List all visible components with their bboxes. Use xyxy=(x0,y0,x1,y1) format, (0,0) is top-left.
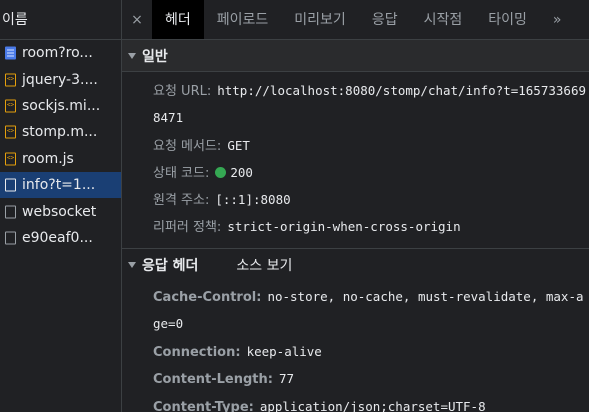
request-detail-panel: × 헤더 페이로드 미리보기 응답 시작점 타이밍 » 일반 요청 URL: ht… xyxy=(122,0,589,412)
view-source-link[interactable]: 소스 보기 xyxy=(236,255,292,275)
request-item-websocket[interactable]: websocket xyxy=(0,198,121,224)
response-headers-rows: Cache-Control: no-store, no-cache, must-r… xyxy=(122,282,589,412)
status-code-value: 200 xyxy=(230,164,253,180)
header-value: application/json;charset=UTF-8 xyxy=(259,398,486,412)
header-key: Content-Type: xyxy=(153,399,254,412)
header-key: Connection: xyxy=(153,344,241,360)
general-section-header[interactable]: 일반 xyxy=(122,40,589,72)
request-item-jquery[interactable]: jquery-3.... xyxy=(0,66,121,92)
request-url-key: 요청 URL: xyxy=(153,84,212,99)
request-url-value: http://localhost:8080/stomp/chat/info?t=… xyxy=(153,83,586,126)
referrer-policy-value: strict-origin-when-cross-origin xyxy=(227,219,461,235)
status-ok-icon xyxy=(215,166,227,178)
response-headers-title: 응답 헤더 xyxy=(142,258,199,275)
triangle-down-icon xyxy=(128,262,136,269)
tab-payload[interactable]: 페이로드 xyxy=(204,0,282,39)
request-item-room[interactable]: room?ro... xyxy=(0,40,121,66)
tab-preview[interactable]: 미리보기 xyxy=(281,0,359,39)
triangle-down-icon xyxy=(128,52,136,59)
devtools-network-panel: 이름 room?ro... jquery-3.... sockjs.mi... … xyxy=(0,0,589,412)
request-item-e90eaf0[interactable]: e90eaf0... xyxy=(0,225,121,251)
file-icon xyxy=(5,205,16,219)
request-label: stomp.m... xyxy=(22,124,98,141)
document-icon xyxy=(5,46,16,60)
tab-response[interactable]: 응답 xyxy=(359,0,411,39)
script-icon xyxy=(5,125,16,139)
referrer-policy-key: 리퍼러 정책: xyxy=(153,220,222,236)
script-icon xyxy=(5,99,16,113)
request-item-room-js[interactable]: room.js xyxy=(0,146,121,172)
remote-address-row: 원격 주소: [::1]:8080 xyxy=(153,187,589,214)
request-item-sockjs[interactable]: sockjs.mi... xyxy=(0,93,121,119)
remote-address-key: 원격 주소: xyxy=(153,193,210,209)
script-icon xyxy=(5,152,16,166)
tab-timing[interactable]: 타이밍 xyxy=(475,0,540,39)
header-value: 77 xyxy=(278,371,295,387)
referrer-policy-row: 리퍼러 정책: strict-origin-when-cross-origin xyxy=(153,214,589,241)
request-method-key: 요청 메서드: xyxy=(153,138,222,154)
request-label: jquery-3.... xyxy=(22,71,98,88)
general-section-title: 일반 xyxy=(142,48,168,65)
request-item-info[interactable]: info?t=1... xyxy=(0,171,121,199)
header-row-connection: Connection: keep-alive xyxy=(153,339,589,367)
script-icon xyxy=(5,73,16,87)
header-row-content-type: Content-Type: application/json;charset=UT… xyxy=(153,394,589,412)
file-icon xyxy=(5,178,16,192)
header-row-content-length: Content-Length: 77 xyxy=(153,366,589,394)
request-label: info?t=1... xyxy=(22,177,96,194)
file-icon xyxy=(5,231,16,245)
header-value: keep-alive xyxy=(246,343,322,359)
status-code-key: 상태 코드: xyxy=(153,165,210,181)
close-icon[interactable]: × xyxy=(122,12,152,28)
detail-tab-bar: × 헤더 페이로드 미리보기 응답 시작점 타이밍 » xyxy=(122,0,589,40)
tab-initiator[interactable]: 시작점 xyxy=(411,0,476,39)
request-label: sockjs.mi... xyxy=(22,97,101,114)
request-label: room.js xyxy=(22,150,74,167)
request-list: 이름 room?ro... jquery-3.... sockjs.mi... … xyxy=(0,0,122,412)
request-label: websocket xyxy=(22,203,97,220)
header-row-cache-control: Cache-Control: no-store, no-cache, must-r… xyxy=(153,284,589,339)
request-method-value: GET xyxy=(227,137,250,153)
response-headers-section-header[interactable]: 응답 헤더 소스 보기 xyxy=(122,249,589,282)
tab-overflow-icon[interactable]: » xyxy=(540,0,575,39)
tab-headers[interactable]: 헤더 xyxy=(152,0,204,39)
name-column-header[interactable]: 이름 xyxy=(0,0,121,40)
general-section-rows: 요청 URL: http://localhost:8080/stomp/chat/… xyxy=(122,72,589,242)
request-url-row: 요청 URL: http://localhost:8080/stomp/chat/… xyxy=(153,78,589,133)
header-key: Cache-Control: xyxy=(153,289,262,305)
status-code-row: 상태 코드: 200 xyxy=(153,160,589,187)
request-item-stomp[interactable]: stomp.m... xyxy=(0,119,121,145)
request-method-row: 요청 메서드: GET xyxy=(153,133,589,160)
header-key: Content-Length: xyxy=(153,372,273,388)
remote-address-value: [::1]:8080 xyxy=(215,192,291,208)
request-label: room?ro... xyxy=(22,45,93,62)
request-label: e90eaf0... xyxy=(22,229,93,246)
